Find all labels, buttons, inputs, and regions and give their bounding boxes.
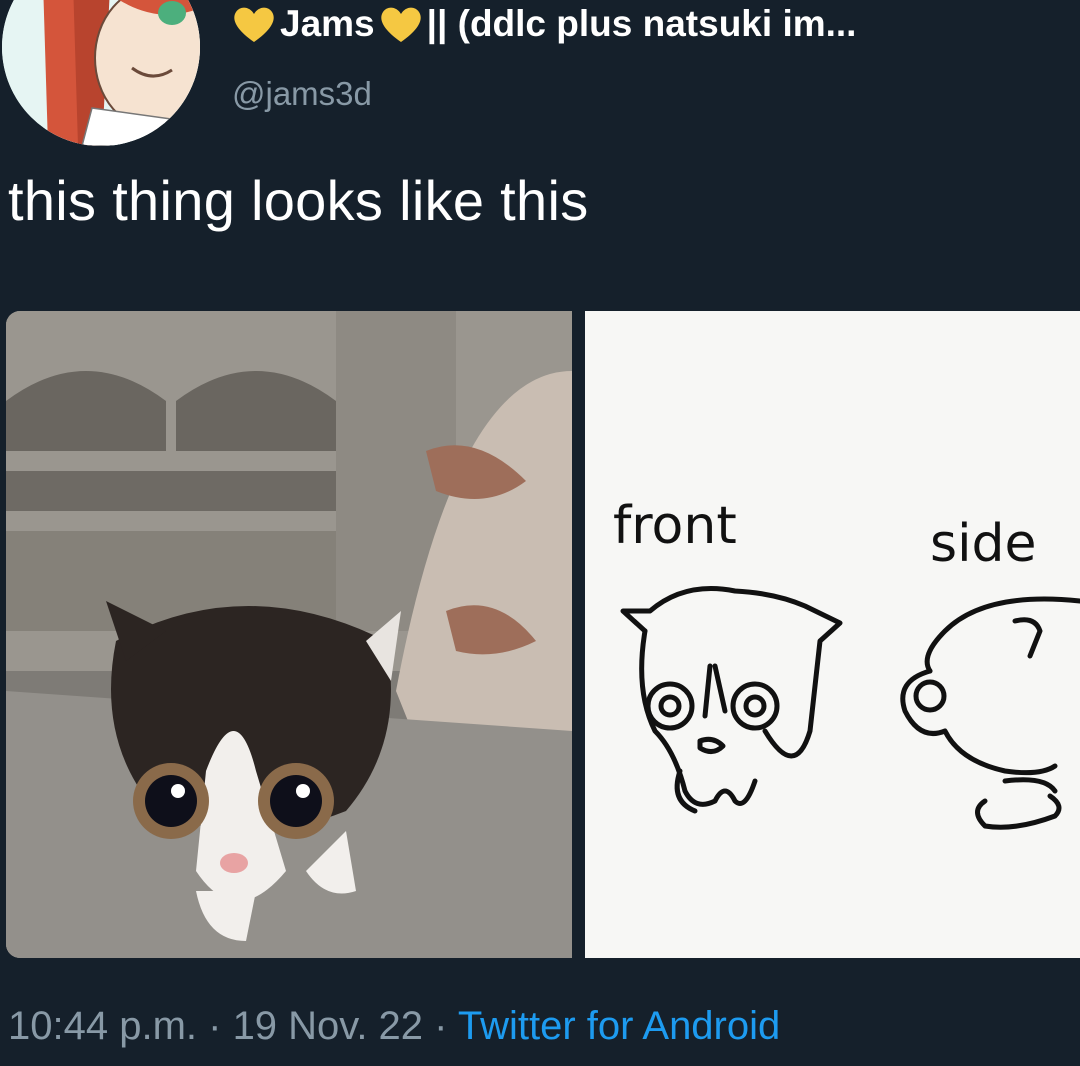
- author-display-name[interactable]: Jams || (ddlc plus natsuki im...: [232, 0, 856, 48]
- tweet-source-link[interactable]: Twitter for Android: [458, 1004, 780, 1048]
- yellow-heart-icon: [234, 7, 274, 42]
- tweet-meta: 10:44 p.m. · 19 Nov. 22 · Twitter for An…: [8, 1004, 780, 1049]
- author-name-suffix: || (ddlc plus natsuki im...: [426, 3, 857, 44]
- front-doodle: [620, 586, 843, 814]
- yellow-heart-icon: [380, 7, 421, 42]
- kitten-photo[interactable]: [6, 311, 572, 958]
- kitten-drawing-illustration: front side: [613, 496, 1080, 830]
- tweet-text: this thing looks like this: [8, 169, 589, 232]
- tweet-time[interactable]: 10:44 p.m.: [8, 1004, 197, 1048]
- drawing-label-side: side: [930, 514, 1037, 574]
- author-handle[interactable]: @jams3d: [232, 75, 372, 113]
- side-doodle: [900, 596, 1080, 830]
- author-name-text: Jams: [280, 3, 375, 44]
- meta-separator: ·: [423, 1004, 458, 1048]
- tweet-media[interactable]: front side: [6, 311, 1080, 958]
- kitten-photo-illustration: [6, 311, 572, 958]
- meta-separator: ·: [197, 1004, 233, 1048]
- kitten-drawing[interactable]: front side: [585, 311, 1080, 958]
- avatar-illustration: [2, 0, 200, 146]
- tweet-date[interactable]: 19 Nov. 22: [233, 1004, 424, 1048]
- author-avatar[interactable]: [2, 0, 200, 146]
- drawing-label-front: front: [613, 496, 737, 556]
